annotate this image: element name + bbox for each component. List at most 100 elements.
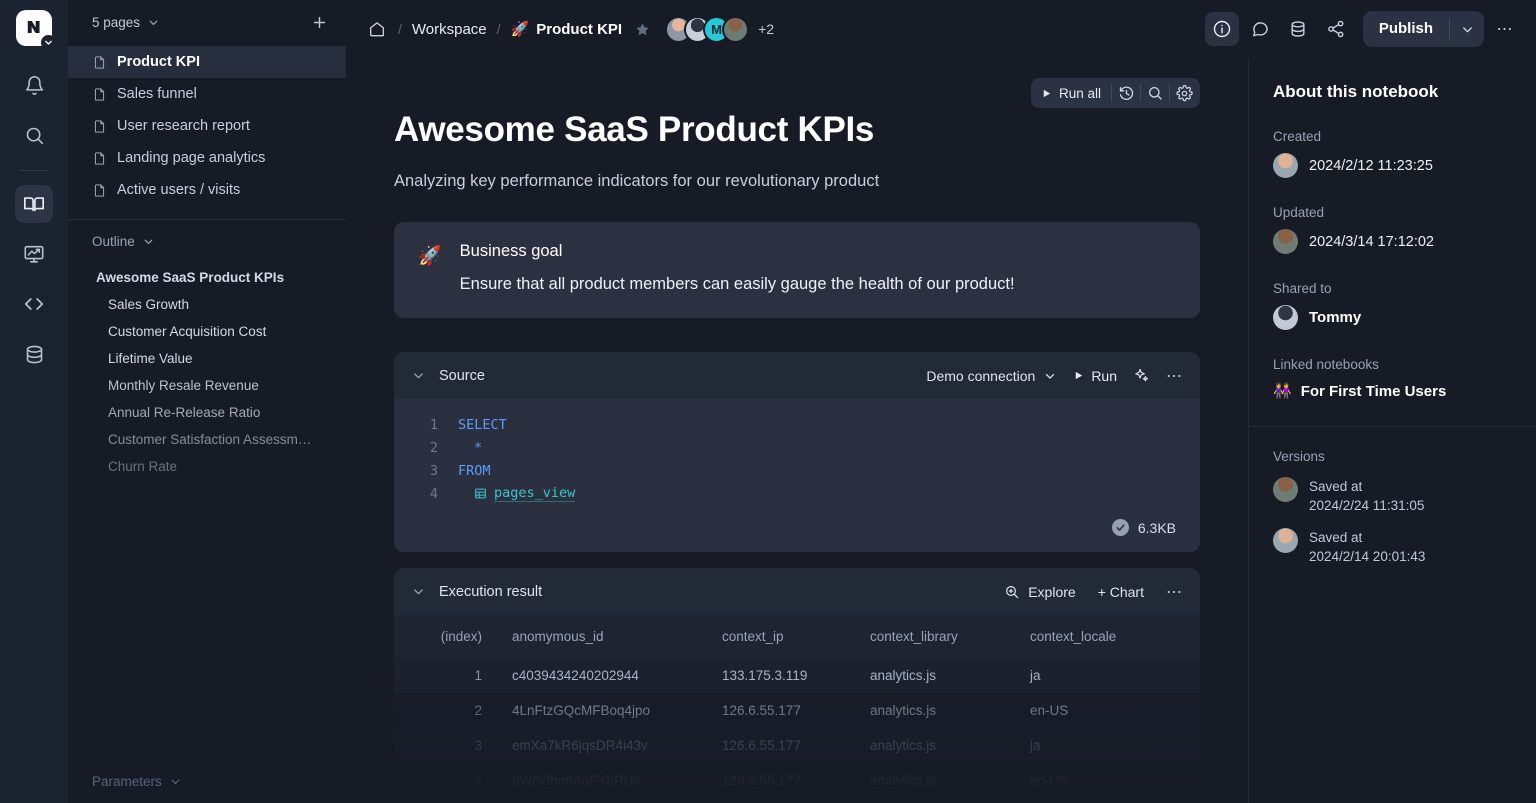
outline-item[interactable]: Customer Acquisition Cost bbox=[68, 318, 346, 345]
pages-count-toggle[interactable]: 5 pages bbox=[92, 15, 160, 30]
version-item[interactable]: Saved at 2024/2/24 11:31:05 bbox=[1273, 477, 1512, 515]
app-logo[interactable]: и bbox=[16, 10, 56, 50]
favorite-star-icon[interactable] bbox=[634, 21, 651, 38]
chevron-down-icon[interactable] bbox=[41, 35, 56, 50]
add-chart-button[interactable]: + Chart bbox=[1098, 584, 1144, 600]
history-icon[interactable] bbox=[1112, 79, 1140, 107]
chevron-down-icon bbox=[142, 235, 155, 248]
run-all-button[interactable]: Run all bbox=[1033, 86, 1111, 101]
source-more-options-button[interactable]: ⋯ bbox=[1166, 366, 1182, 386]
table-row[interactable]: 4 6W6xfhmfAoFYbRUK 126.6.55.177 analytics.j… bbox=[394, 763, 1200, 798]
created-label: Created bbox=[1273, 129, 1322, 144]
outline-list: Awesome SaaS Product KPIs Sales Growth Cus… bbox=[68, 262, 346, 480]
line-number: 1 bbox=[429, 416, 438, 433]
file-icon bbox=[92, 87, 107, 102]
avatar[interactable] bbox=[722, 15, 750, 43]
comment-icon[interactable] bbox=[1243, 12, 1277, 46]
avatar-overflow-count[interactable]: +2 bbox=[758, 21, 774, 37]
version-timestamp: 2024/2/14 20:01:43 bbox=[1309, 549, 1426, 565]
add-page-button[interactable] bbox=[309, 12, 330, 33]
more-options-button[interactable]: ⋯ bbox=[1488, 12, 1522, 46]
outline-item[interactable]: Sales Growth bbox=[68, 291, 346, 318]
outline-label: Outline bbox=[92, 233, 135, 249]
linked-notebooks-label: Linked notebooks bbox=[1273, 357, 1379, 372]
info-icon[interactable] bbox=[1204, 12, 1239, 46]
table-reference[interactable]: pages_view bbox=[474, 485, 576, 502]
page-item-label: Active users / visits bbox=[117, 182, 241, 198]
breadcrumb-page[interactable]: 🚀 Product KPI bbox=[511, 20, 623, 38]
sidebar-item-page[interactable]: Sales funnel bbox=[68, 78, 346, 110]
row-index: 4 bbox=[474, 773, 482, 788]
column-header[interactable]: context_ip bbox=[722, 615, 870, 658]
pages-count-label: 5 pages bbox=[92, 14, 141, 30]
column-header[interactable]: anomymous_id bbox=[512, 615, 722, 658]
database-icon[interactable] bbox=[1281, 12, 1315, 46]
sidebar-item-page[interactable]: User research report bbox=[68, 110, 346, 142]
notifications-icon[interactable] bbox=[15, 66, 53, 104]
logo-glyph: и bbox=[26, 14, 42, 39]
sql-editor[interactable]: 1 SELECT 2 * 3 FROM 4 pages_view bbox=[394, 399, 1200, 505]
linked-notebook-name: For First Time Users bbox=[1300, 382, 1447, 400]
table-icon bbox=[474, 487, 487, 500]
breadcrumb-workspace[interactable]: Workspace bbox=[412, 21, 487, 38]
code-token: * bbox=[474, 439, 483, 456]
home-icon[interactable] bbox=[366, 18, 388, 40]
table-cell: 4LnFtzGQcMFBoq4jpo bbox=[512, 703, 651, 718]
table-row[interactable]: 1 c4039434240202944 133.175.3.119 analytics… bbox=[394, 658, 1200, 693]
line-number: 3 bbox=[429, 462, 438, 479]
outline-item[interactable]: Monthly Resale Revenue bbox=[68, 372, 346, 399]
column-header[interactable]: context_locale bbox=[1030, 615, 1200, 658]
search-icon[interactable] bbox=[15, 116, 53, 154]
about-divider bbox=[1249, 426, 1536, 427]
panel-spacer bbox=[68, 480, 346, 758]
business-goal-callout: 🚀 Business goal Ensure that all product … bbox=[394, 222, 1200, 318]
result-more-options-button[interactable]: ⋯ bbox=[1166, 582, 1182, 602]
outline-item[interactable]: Annual Re-Release Ratio bbox=[68, 399, 346, 426]
dashboard-icon[interactable] bbox=[15, 235, 53, 273]
outline-item[interactable]: Churn Rate bbox=[68, 453, 346, 480]
explore-button[interactable]: Explore bbox=[1004, 583, 1076, 600]
run-button[interactable]: Run bbox=[1073, 368, 1117, 384]
table-cell: 6W6xfhmfAoFYbRUK bbox=[512, 773, 643, 788]
result-table[interactable]: (index) anomymous_id context_ip context_lib… bbox=[394, 615, 1200, 798]
publish-chevron-down-icon[interactable] bbox=[1450, 11, 1484, 47]
linked-notebook-item[interactable]: 👭 For First Time Users bbox=[1273, 382, 1512, 400]
code-icon[interactable] bbox=[15, 285, 53, 323]
ai-sparkle-icon[interactable] bbox=[1133, 367, 1150, 384]
notebook-icon[interactable] bbox=[15, 185, 53, 223]
page-item-label: Landing page analytics bbox=[117, 150, 266, 166]
outline-toggle[interactable]: Outline bbox=[68, 220, 346, 262]
sidebar-item-page[interactable]: Landing page analytics bbox=[68, 142, 346, 174]
result-size-label: 6.3KB bbox=[1137, 519, 1176, 536]
chevron-down-icon bbox=[169, 775, 182, 788]
table-row[interactable]: 2 4LnFtzGQcMFBoq4jpo 126.6.55.177 analytics… bbox=[394, 693, 1200, 728]
column-header[interactable]: (index) bbox=[394, 615, 512, 658]
source-cell-header: Source Demo connection Run ⋯ bbox=[394, 352, 1200, 399]
play-icon bbox=[1043, 89, 1051, 97]
database-icon[interactable] bbox=[15, 335, 53, 373]
sidebar-item-page[interactable]: Active users / visits bbox=[68, 174, 346, 206]
share-icon[interactable] bbox=[1319, 12, 1353, 46]
breadcrumb: / Workspace / 🚀 Product KPI bbox=[366, 18, 651, 40]
version-item[interactable]: Saved at 2024/2/14 20:01:43 bbox=[1273, 528, 1512, 566]
file-icon bbox=[92, 55, 107, 70]
outline-item[interactable]: Customer Satisfaction Assessm… bbox=[68, 426, 346, 453]
search-icon[interactable] bbox=[1141, 79, 1169, 107]
column-header[interactable]: context_library bbox=[870, 615, 1030, 658]
sidebar-item-page[interactable]: Product KPI bbox=[68, 46, 346, 78]
page-subtitle: Analyzing key performance indicators for… bbox=[394, 172, 880, 190]
collapse-chevron-down-icon[interactable] bbox=[408, 365, 429, 386]
table-row[interactable]: 3 emXa7kR6jqsDR4i43v 126.6.55.177 analytics… bbox=[394, 728, 1200, 763]
explore-label: Explore bbox=[1028, 583, 1076, 600]
parameters-toggle[interactable]: Parameters bbox=[68, 759, 346, 803]
execution-result-header: Execution result Explore + Chart ⋯ bbox=[394, 568, 1200, 615]
connection-selector[interactable]: Demo connection bbox=[926, 368, 1057, 384]
run-toolbar: Run all bbox=[1030, 78, 1200, 108]
gear-icon[interactable] bbox=[1170, 79, 1198, 107]
collapse-chevron-down-icon[interactable] bbox=[408, 581, 429, 602]
publish-button[interactable]: Publish bbox=[1363, 11, 1449, 47]
shared-to-row[interactable]: Tommy bbox=[1273, 305, 1512, 330]
outline-item[interactable]: Awesome SaaS Product KPIs bbox=[68, 264, 346, 291]
avatar-group[interactable]: M +2 bbox=[665, 15, 774, 43]
outline-item[interactable]: Lifetime Value bbox=[68, 345, 346, 372]
